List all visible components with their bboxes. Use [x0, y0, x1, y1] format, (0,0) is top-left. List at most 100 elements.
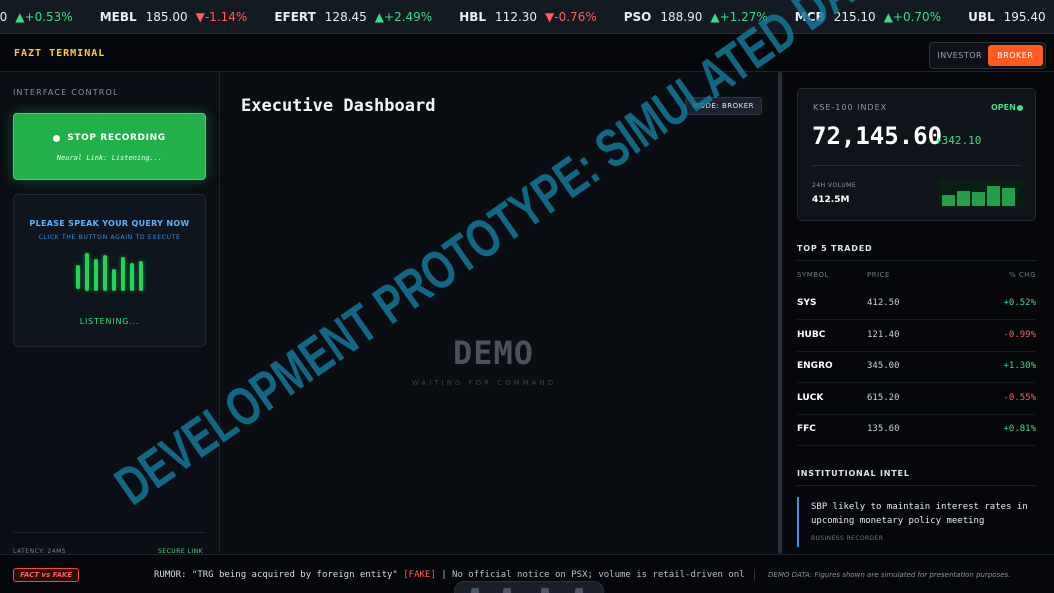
ticker-change: ▲+0.53% — [15, 10, 73, 24]
role-toggle: INVESTOR BROKER — [929, 42, 1046, 69]
rec-label: STOP RECORDING — [67, 133, 166, 143]
intel-news-item[interactable]: SBP likely to maintain interest rates in… — [797, 497, 1036, 547]
waveform-icon — [76, 251, 148, 297]
status-dot-icon — [1017, 105, 1023, 111]
ticker-price: 185.00 — [145, 10, 188, 24]
intel-headline: SBP likely to maintain interest rates in… — [811, 502, 1028, 526]
ticker-item: PSO 188.90 ▲+1.27% — [624, 10, 768, 24]
record-dot-icon — [53, 134, 61, 142]
ticker-item: MEBL 185.00 ▼-1.14% — [100, 10, 248, 24]
row-change: +1.30% — [1003, 361, 1036, 371]
top-traded-heading: TOP 5 TRADED — [797, 244, 873, 253]
table-row[interactable]: ENGRO 345.00 +1.30% — [797, 351, 1036, 383]
rumor-text: RUMOR: "TRG being acquired by foreign en… — [154, 570, 398, 580]
row-change: +0.81% — [1003, 424, 1036, 434]
page-title: Executive Dashboard — [241, 96, 436, 116]
market-status: OPEN — [991, 103, 1016, 112]
intel-heading: INSTITUTIONAL INTEL — [797, 469, 910, 478]
index-card: KSE-100 INDEX OPEN 72,145.60 +342.10 24H… — [797, 88, 1036, 221]
scrollbar-thumb[interactable] — [778, 72, 782, 554]
stock-ticker: 30 ▲+0.53% MEBL 185.00 ▼-1.14% EFERT 128.45 ▲+2… — [0, 0, 1054, 34]
voice-query-card: PLEASE SPEAK YOUR QUERY NOW CLICK THE BU… — [13, 194, 206, 347]
dock-app-icon[interactable] — [471, 588, 479, 593]
mode-badge: MODE: BROKER — [685, 97, 762, 115]
col-price: PRICE — [867, 271, 890, 279]
voice-hint: CLICK THE BUTTON AGAIN TO EXECUTE — [38, 234, 181, 241]
footer-bar: FACT vs FAKE RUMOR: "TRG being acquired … — [0, 554, 1054, 593]
row-symbol: LUCK — [797, 392, 824, 403]
row-price: 345.00 — [867, 361, 900, 371]
index-value: 72,145.60 — [812, 122, 943, 150]
ticker-change: ▲+2.49% — [374, 10, 433, 24]
dock-app-icon[interactable] — [503, 588, 511, 593]
main-dashboard: Executive Dashboard MODE: BROKER DEMO WA… — [221, 72, 777, 554]
neural-link-status: Neural Link: Listening... — [56, 154, 163, 162]
divider — [797, 260, 1036, 261]
ticker-price: 215.10 — [833, 10, 876, 24]
row-change: -0.55% — [1003, 392, 1036, 403]
row-symbol: FFC — [797, 424, 816, 434]
ticker-symbol: PSO — [623, 10, 652, 24]
ticker-change: ▲+0.70% — [883, 10, 942, 24]
interface-control-panel: INTERFACE CONTROL STOP RECORDING Neural … — [0, 72, 220, 555]
divider — [797, 485, 1036, 486]
ticker-symbol: MCB — [794, 10, 825, 24]
volume-label: 24H VOLUME — [812, 182, 857, 189]
market-panel: KSE-100 INDEX OPEN 72,145.60 +342.10 24H… — [784, 72, 1054, 554]
ticker-item: UBL195.40▼-0.59% — [968, 10, 1054, 24]
ticker-price: 112.30 — [495, 10, 538, 24]
row-change: -0.99% — [1003, 329, 1036, 340]
volume-value: 412.5M — [812, 195, 850, 205]
intel-source: BUSINESS RECORDER — [811, 535, 884, 542]
table-row[interactable]: SYS 412.50 +0.52% — [797, 288, 1036, 320]
ticker-price: 128.45 — [324, 10, 367, 24]
row-symbol: ENGRO — [797, 361, 833, 371]
dock-app-icon[interactable] — [575, 588, 583, 593]
taskbar-dock — [454, 581, 604, 593]
ticker-change: ▼-0.76% — [545, 10, 597, 24]
index-name: KSE-100 INDEX — [813, 103, 888, 112]
row-price: 412.50 — [867, 298, 900, 308]
ticker-symbol: EFERT — [274, 10, 316, 24]
row-price: 135.60 — [867, 424, 900, 434]
divider — [754, 569, 755, 581]
row-change: +0.52% — [1003, 298, 1036, 308]
index-change: +342.10 — [935, 134, 982, 147]
ticker-track: 30 ▲+0.53% MEBL 185.00 ▼-1.14% EFERT 128.45 ▲+2… — [0, 0, 1054, 33]
ticker-symbol: HBL — [459, 10, 487, 24]
ticker-price: 195.40 — [1003, 10, 1046, 24]
ticker-item: 30 ▲+0.53% — [0, 10, 73, 24]
ticker-change: ▼-1.14% — [195, 10, 248, 24]
rumor-note: | No official notice on PSX; volume is r… — [441, 570, 745, 580]
ticker-change: ▲+1.27% — [710, 10, 768, 24]
table-header: SYMBOL PRICE % CHG — [797, 271, 1036, 283]
stop-recording-button[interactable]: STOP RECORDING Neural Link: Listening... — [13, 113, 206, 180]
table-row[interactable]: HUBC 121.40 -0.99% — [797, 320, 1036, 352]
col-symbol: SYMBOL — [797, 271, 829, 279]
demo-disclaimer: DEMO DATA: Figures shown are simulated f… — [768, 571, 1011, 579]
scrollbar[interactable] — [777, 72, 783, 554]
ticker-symbol: MEBL — [99, 10, 137, 24]
ticker-price: 30 — [0, 10, 8, 24]
role-broker-button[interactable]: BROKER — [987, 45, 1043, 66]
section-label: INTERFACE CONTROL — [13, 88, 119, 97]
ticker-item: EFERT 128.45 ▲+2.49% — [274, 10, 432, 24]
fact-vs-fake-badge: FACT vs FAKE — [13, 568, 80, 582]
fake-tag: [FAKE] — [403, 570, 436, 580]
dock-app-icon[interactable] — [541, 588, 549, 593]
col-change: % CHG — [1009, 271, 1036, 279]
empty-state-title: DEMO — [453, 334, 535, 372]
empty-state-subtitle: WAITING FOR COMMAND — [412, 379, 557, 387]
row-price: 121.40 — [867, 329, 900, 340]
row-symbol: HUBC — [797, 329, 826, 340]
volume-bars-icon — [939, 179, 1023, 207]
table-row[interactable]: LUCK 615.20 -0.55% — [797, 383, 1036, 415]
ticker-item: HBL 112.30 ▼-0.76% — [459, 10, 597, 24]
ticker-item: MCB 215.10 ▲+0.70% — [795, 10, 941, 24]
role-investor-button[interactable]: INVESTOR — [932, 45, 988, 66]
row-symbol: SYS — [797, 298, 817, 308]
ticker-price: 188.90 — [660, 10, 703, 24]
table-row[interactable]: FFC 135.60 +0.81% — [797, 414, 1036, 446]
voice-prompt: PLEASE SPEAK YOUR QUERY NOW — [29, 219, 190, 228]
brand-logo: FAZT TERMINAL — [14, 48, 106, 59]
